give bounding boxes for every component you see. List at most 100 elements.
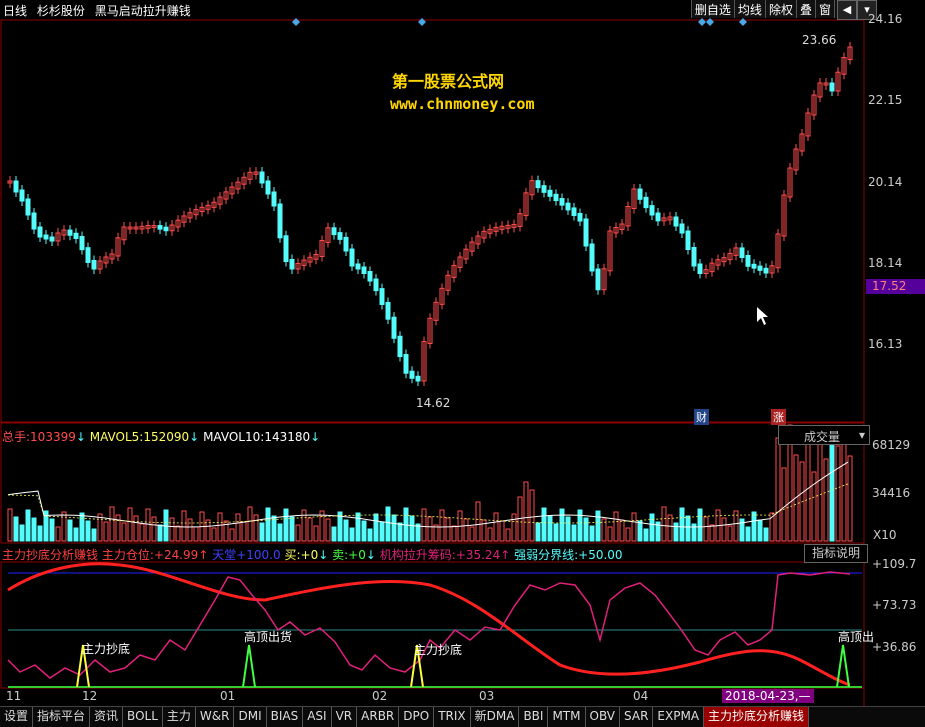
volume-bar <box>265 507 271 542</box>
candle <box>697 263 703 274</box>
price-tick: 24.16 <box>868 12 903 26</box>
x-tick: 11 <box>6 689 22 703</box>
x-tick: 02 <box>372 689 388 703</box>
candle <box>265 180 271 195</box>
tab-16[interactable]: OBV <box>586 707 621 727</box>
tab-8[interactable]: ASI <box>303 707 332 727</box>
finance-badge[interactable]: 财 <box>694 409 709 425</box>
candle <box>541 185 547 193</box>
candle <box>655 212 661 222</box>
tab-14[interactable]: BBI <box>519 707 549 727</box>
candle <box>337 232 343 240</box>
tab-18[interactable]: EXPMA <box>653 707 705 727</box>
period-label[interactable]: 日线 <box>3 4 27 18</box>
volume-bar <box>373 513 379 542</box>
volume-bar <box>673 522 679 542</box>
candle <box>367 271 373 282</box>
volume-bar <box>745 526 751 542</box>
candle <box>415 375 421 382</box>
tab-17[interactable]: SAR <box>620 707 654 727</box>
tab-9[interactable]: VR <box>332 707 358 727</box>
candle <box>763 267 769 274</box>
tab-11[interactable]: DPO <box>399 707 435 727</box>
limit-up-badge[interactable]: 涨 <box>771 409 786 425</box>
volume-bar <box>805 441 811 542</box>
tab-12[interactable]: TRIX <box>434 707 471 727</box>
ma-button[interactable]: 均线 <box>733 0 765 18</box>
tab-2[interactable]: 资讯 <box>90 707 124 727</box>
remove-favorite-button[interactable]: 删自选 <box>690 0 734 18</box>
volume-bar <box>349 527 355 542</box>
candle <box>73 232 79 239</box>
volume-bar <box>445 517 451 542</box>
volume-bar <box>625 527 631 542</box>
volume-bar <box>187 518 193 542</box>
volume-bar <box>553 523 559 542</box>
volume-bar <box>439 509 445 542</box>
volume-bar <box>73 527 79 542</box>
candle <box>349 248 355 267</box>
volume-bar <box>493 512 499 542</box>
tab-10[interactable]: ARBR <box>357 707 400 727</box>
window-button[interactable]: 窗 <box>814 0 834 18</box>
tab-0[interactable]: 设置 <box>0 707 34 727</box>
indicator-dropdown[interactable]: 成交量 ▾ <box>778 425 870 445</box>
indicator-frame <box>0 561 865 689</box>
volume-info: 总手:103399↓ MAVOL5:152090↓ MAVOL10:143180… <box>2 430 321 444</box>
tab-13[interactable]: 新DMA <box>471 707 520 727</box>
volume-bar <box>835 445 841 542</box>
volume-bar <box>331 526 337 542</box>
candle <box>283 235 289 263</box>
candle <box>37 226 43 238</box>
indicator-tick: +36.86 <box>872 640 917 654</box>
overlay-button[interactable]: 叠 <box>795 0 815 18</box>
candle <box>535 180 541 189</box>
volume-bar <box>379 521 385 542</box>
volume-bar <box>565 516 571 542</box>
volume-bar <box>649 513 655 542</box>
indicator-info: 主力抄底分析赚钱 主力仓位:+24.99↑ 天堂+100.0 买:+0↓ 卖:+… <box>2 548 623 562</box>
volume-bar <box>313 525 319 542</box>
tab-5[interactable]: W&R <box>196 707 235 727</box>
volume-bar <box>61 511 67 542</box>
tab-7[interactable]: BIAS <box>267 707 304 727</box>
tab-19[interactable]: 主力抄底分析赚钱 <box>704 707 810 727</box>
candle <box>589 243 595 272</box>
candle <box>67 229 73 236</box>
volume-bar <box>289 516 295 542</box>
volume-bar <box>49 518 55 542</box>
volume-bar <box>757 519 763 542</box>
volume-bar <box>823 458 829 542</box>
signal-label: 主力抄底 <box>82 642 131 656</box>
x-tick: 01 <box>220 689 236 703</box>
ex-rights-button[interactable]: 除权 <box>764 0 796 18</box>
sell-signal <box>242 644 256 688</box>
volume-bar <box>511 513 517 542</box>
volume-bar <box>559 508 565 542</box>
tab-15[interactable]: MTM <box>548 707 586 727</box>
candle <box>49 236 55 242</box>
tab-6[interactable]: DMI <box>234 707 267 727</box>
volume-bar <box>727 525 733 542</box>
volume-bar <box>535 522 541 542</box>
candle <box>571 207 577 216</box>
pin-icon[interactable]: ◀ <box>837 0 857 20</box>
indicator-help-button[interactable]: 指标说明 <box>804 544 868 563</box>
volume-bar <box>595 510 601 542</box>
candle <box>583 218 589 247</box>
tab-4[interactable]: 主力 <box>163 707 196 727</box>
watermark-title: 第一股票公式网 <box>392 72 505 91</box>
candle <box>85 247 91 263</box>
mouse-cursor-icon <box>757 307 768 325</box>
tab-3[interactable]: BOLL <box>123 707 163 727</box>
volume-bar <box>661 506 667 542</box>
candle <box>829 82 835 92</box>
volume-bar <box>67 519 73 542</box>
current-price-badge: 17.52 <box>866 279 925 294</box>
candle <box>691 247 697 267</box>
volume-bar <box>115 514 121 542</box>
volume-bar <box>607 526 613 542</box>
volume-bar <box>721 517 727 542</box>
volume-bar <box>145 508 151 542</box>
tab-1[interactable]: 指标平台 <box>33 707 91 727</box>
